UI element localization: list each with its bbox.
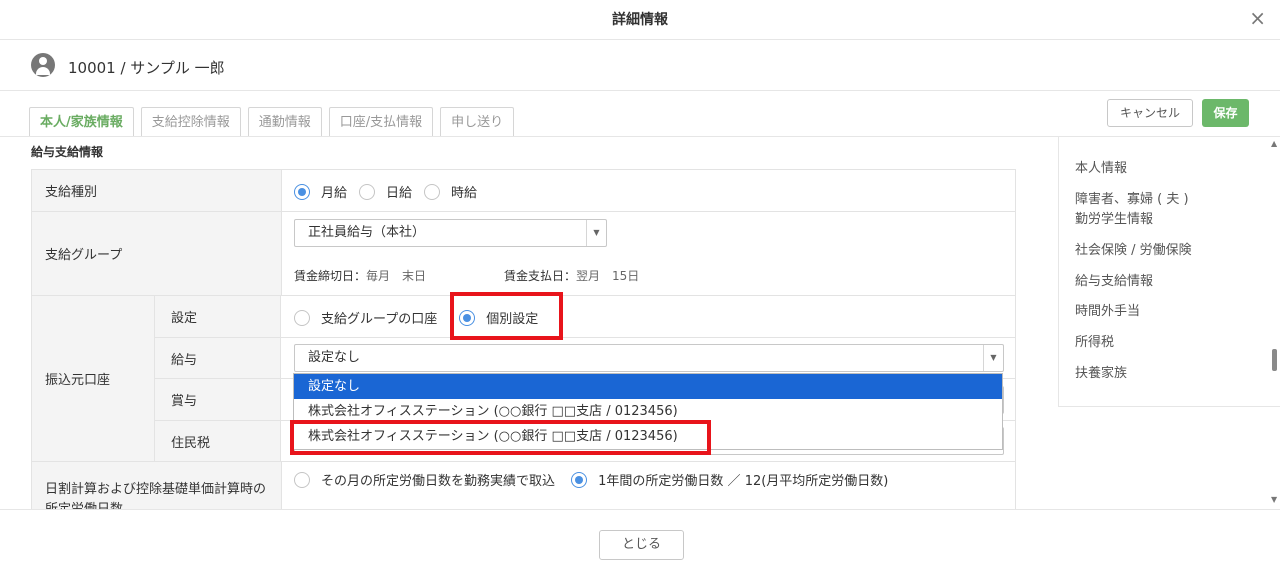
nav-overtime[interactable]: 時間外手当: [1075, 302, 1140, 322]
pay-group-label: 支給グループ: [32, 212, 282, 295]
caret-down-icon: ▼: [983, 345, 1003, 371]
pay-type-label: 支給種別: [32, 170, 282, 211]
modal-title: 詳細情報: [612, 12, 668, 28]
scrollbar[interactable]: ▲ ▼: [1268, 137, 1280, 509]
modal-footer: とじる: [0, 509, 1280, 571]
cutoff-info: 賃金締切日：毎月 末日: [294, 269, 427, 283]
close-button[interactable]: とじる: [599, 530, 684, 560]
tab-bar: 本人/家族情報 支給控除情報 通勤情報 口座/支払情報 申し送り: [29, 107, 515, 137]
nav-disability-widow[interactable]: 障害者、寡婦 ( 夫 ): [1075, 190, 1189, 210]
bonus-label: 賞与: [155, 378, 281, 420]
nav-pay-info[interactable]: 給与支給情報: [1075, 272, 1153, 292]
setting-label: 設定: [155, 296, 281, 337]
radio-daily[interactable]: 日給: [359, 182, 412, 201]
nav-income-tax[interactable]: 所得税: [1075, 333, 1114, 353]
nav-social-insurance[interactable]: 社会保険 / 労働保険: [1075, 241, 1192, 261]
pay-group-select[interactable]: 正社員給与（本社） ▼: [294, 219, 607, 247]
tab-notes[interactable]: 申し送り: [440, 107, 515, 137]
radio-hourly[interactable]: 時給: [424, 182, 477, 201]
row-pay-type: 支給種別 月給 日給 時給: [32, 169, 1015, 211]
detail-modal: 詳細情報 × 10001 / サンプル 一郎 本人/家族情報 支給控除情報 通勤…: [0, 0, 1280, 571]
employee-bar: 10001 / サンプル 一郎: [0, 41, 1280, 91]
nav-dependents[interactable]: 扶養家族: [1075, 364, 1127, 384]
nav-working-student[interactable]: 勤労学生情報: [1075, 210, 1153, 230]
employee-name: 10001 / サンプル 一郎: [68, 59, 225, 77]
radio-group-account[interactable]: 支給グループの口座: [294, 308, 437, 327]
row-daily-calc: 日割計算および控除基礎単価計算時の所定労働日数 その月の所定労働日数を勤務実績で…: [32, 461, 1015, 509]
user-avatar-icon: [31, 53, 55, 77]
modal-header: 詳細情報 ×: [0, 0, 1280, 40]
section-title: 給与支給情報: [31, 145, 104, 159]
tab-commute[interactable]: 通勤情報: [247, 107, 322, 137]
cancel-button[interactable]: キャンセル: [1107, 99, 1193, 127]
salary-label: 給与: [155, 337, 281, 378]
payday-info: 賃金支払日：翌月 15日: [504, 269, 640, 283]
close-icon[interactable]: ×: [1249, 6, 1266, 30]
save-button[interactable]: 保存: [1202, 99, 1249, 127]
scroll-down-icon[interactable]: ▼: [1271, 495, 1277, 504]
transfer-account-label: 振込元口座: [32, 296, 155, 461]
radio-annual-average[interactable]: 1年間の所定労働日数 ／ 12(月平均所定労働日数): [571, 470, 888, 489]
caret-down-icon: ▼: [586, 220, 606, 246]
scroll-thumb[interactable]: [1272, 349, 1277, 371]
resident-tax-label: 住民税: [155, 420, 281, 462]
tab-account-payment[interactable]: 口座/支払情報: [328, 107, 434, 137]
daily-calc-label: 日割計算および控除基礎単価計算時の所定労働日数: [32, 462, 282, 509]
radio-actual-workdays[interactable]: その月の所定労働日数を勤務実績で取込: [294, 470, 555, 489]
nav-personal[interactable]: 本人情報: [1075, 159, 1127, 179]
highlight-account-option: [290, 420, 711, 455]
radio-monthly[interactable]: 月給: [294, 182, 347, 201]
dropdown-option-none[interactable]: 設定なし: [294, 374, 1002, 399]
section-nav: 本人情報 障害者、寡婦 ( 夫 ) 勤労学生情報 社会保険 / 労働保険 給与支…: [1058, 137, 1280, 407]
tab-personal-family[interactable]: 本人/家族情報: [29, 107, 134, 137]
scroll-up-icon[interactable]: ▲: [1271, 139, 1277, 148]
highlight-individual-setting: [450, 292, 563, 340]
tab-pay-deduction[interactable]: 支給控除情報: [140, 107, 241, 137]
row-pay-group: 支給グループ 正社員給与（本社） ▼ 賃金締切日：毎月 末日 賃金支払日：翌月 …: [32, 211, 1015, 295]
salary-account-select[interactable]: 設定なし ▼: [294, 344, 1004, 372]
